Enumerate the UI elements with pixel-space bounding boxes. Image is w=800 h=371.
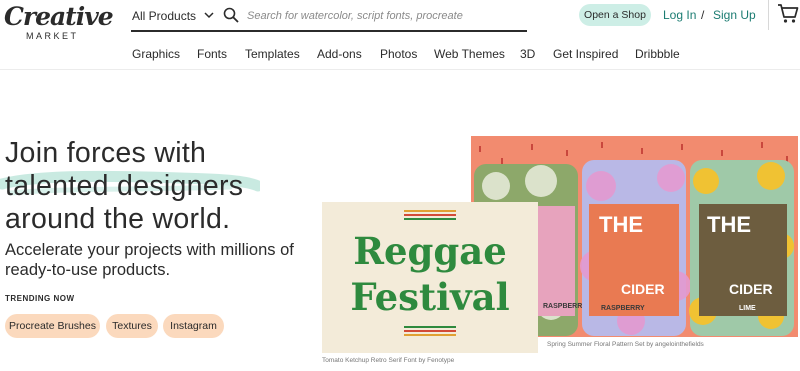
cart-icon[interactable] [777,3,799,25]
can1-flavor-label: RASPBERRY [543,303,587,310]
open-shop-button[interactable]: Open a Shop [579,4,651,26]
hero-subtitle: Accelerate your projects with millions o… [5,240,315,280]
nav-item-graphics[interactable]: Graphics [132,47,180,61]
nav-item-3d[interactable]: 3D [520,47,535,61]
reggae-line1: Reggae [353,229,507,273]
can2-title: THE [599,212,643,237]
logo-subtext: MARKET [26,31,79,41]
search-input[interactable] [247,6,523,26]
search-icon[interactable] [223,7,239,23]
hero-subtitle-line: ready-to-use products. [5,261,171,279]
reggae-festival-image: Reggae Festival [322,202,538,353]
nav-item-photos[interactable]: Photos [380,47,417,61]
hero-title-line: talented designers [5,170,244,202]
hero-title: Join forces with talented designers arou… [5,137,305,236]
trending-label: TRENDING NOW [5,294,75,303]
signup-link[interactable]: Sign Up [713,8,756,22]
hero-subtitle-line: Accelerate your projects with millions o… [5,241,294,259]
can3-title: THE [707,212,751,237]
search-bar: All Products [131,5,527,32]
auth-separator: / [701,8,705,22]
chevron-down-icon[interactable] [204,9,214,21]
trending-tag-instagram[interactable]: Instagram [163,314,224,338]
hero-title-line: around the world. [5,203,231,235]
header-divider-line [0,69,800,70]
reggae-line2: Festival [350,275,509,319]
can2-flavor-label: RASPBERRY [601,305,645,312]
header-divider [768,0,769,30]
nav-item-fonts[interactable]: Fonts [197,47,227,61]
login-link[interactable]: Log In [663,8,696,22]
nav-item-web-themes[interactable]: Web Themes [434,47,505,61]
trending-tag-textures[interactable]: Textures [106,314,158,338]
nav-item-get-inspired[interactable]: Get Inspired [553,47,618,61]
nav-item-add-ons[interactable]: Add-ons [317,47,362,61]
can2-cider: CIDER [621,281,665,297]
nav-item-dribbble[interactable]: Dribbble [635,47,680,61]
reggae-image-caption: Tomato Ketchup Retro Serif Font by Fenot… [322,357,455,364]
category-select[interactable]: All Products [132,9,196,23]
logo-wordmark: Creative [4,2,114,31]
can3-flavor-label: LIME [739,305,756,312]
trending-tag-procreate-brushes[interactable]: Procreate Brushes [5,314,100,338]
nav-item-templates[interactable]: Templates [245,47,300,61]
creative-market-logo[interactable]: Creative MARKET [4,2,114,46]
cans-image-caption: Spring Summer Floral Pattern Set by ange… [547,341,704,348]
hero-title-line: Join forces with [5,137,207,169]
can3-cider: CIDER [729,281,773,297]
